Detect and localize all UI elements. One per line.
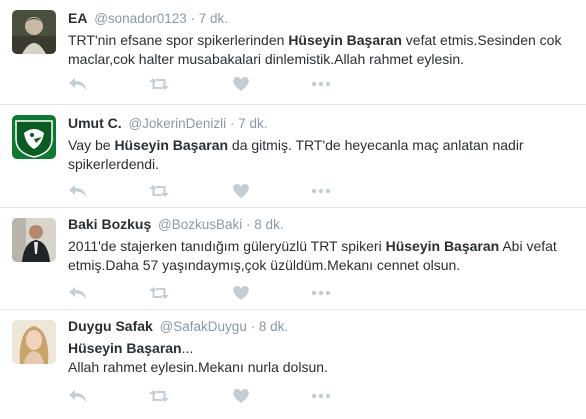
retweet-icon (148, 76, 170, 92)
user-name[interactable]: EA (68, 10, 87, 26)
separator: · (250, 319, 256, 334)
like-icon (232, 388, 254, 404)
retweet-icon (148, 285, 170, 301)
highlight-name: Hüseyin Başaran (68, 340, 182, 356)
text-segment: 2011'de stajerken tanıdığım güleryüzlü T… (68, 238, 386, 254)
tweet[interactable]: Baki Bozkuş @BozkusBaki · 8 dk. 2011'de … (0, 208, 586, 310)
tweet-time[interactable]: 8 dk. (259, 319, 288, 334)
tweet[interactable]: Duygu Safak @SafakDuygu · 8 dk. Hüseyin … (0, 310, 586, 419)
more-button[interactable] (311, 285, 333, 303)
user-handle[interactable]: @BozkusBaki (158, 217, 242, 232)
user-handle[interactable]: @JokerinDenizli (128, 116, 226, 131)
separator: · (190, 11, 196, 26)
like-icon (232, 183, 254, 199)
more-button[interactable] (311, 183, 333, 201)
retweet-button[interactable] (148, 285, 170, 303)
like-button[interactable] (232, 183, 254, 201)
tweet-text: TRT'nin efsane spor spikerlerinden Hüsey… (68, 31, 576, 69)
tweet-actions (68, 183, 368, 201)
text-segment: Vay be (68, 137, 115, 153)
avatar[interactable] (12, 10, 56, 54)
text-segment: ... (181, 340, 194, 356)
text-segment: Allah rahmet eylesin.Mekanı nurla dolsun… (68, 359, 328, 375)
more-icon (311, 388, 333, 404)
more-icon (311, 183, 333, 199)
more-button[interactable] (311, 76, 333, 94)
tweet-feed: EA @sonador0123 · 7 dk. TRT'nin efsane s… (0, 0, 586, 419)
more-icon (311, 76, 333, 92)
avatar[interactable] (12, 115, 56, 159)
like-icon (232, 285, 254, 301)
tweet-text: Vay be Hüseyin Başaran da gitmiş. TRT'de… (68, 136, 576, 174)
highlight-name: Hüseyin Başaran (114, 137, 229, 153)
tweet-time[interactable]: 7 dk. (199, 11, 228, 26)
retweet-button[interactable] (148, 388, 170, 406)
reply-button[interactable] (68, 388, 90, 406)
tweet-header: Baki Bozkuş @BozkusBaki · 8 dk. (68, 215, 576, 234)
reply-icon (68, 388, 90, 404)
tweet-time[interactable]: 7 dk. (238, 116, 267, 131)
like-button[interactable] (232, 76, 254, 94)
reply-icon (68, 76, 90, 92)
tweet-text: Hüseyin Başaran... Allah rahmet eylesin.M… (68, 339, 576, 377)
user-name[interactable]: Duygu Safak (68, 318, 153, 334)
tweet-actions (68, 285, 368, 303)
retweet-button[interactable] (148, 76, 170, 94)
reply-button[interactable] (68, 76, 90, 94)
retweet-button[interactable] (148, 183, 170, 201)
reply-icon (68, 285, 90, 301)
reply-icon (68, 183, 90, 199)
tweet[interactable]: EA @sonador0123 · 7 dk. TRT'nin efsane s… (0, 0, 586, 105)
user-handle[interactable]: @SafakDuygu (160, 319, 247, 334)
tweet-header: EA @sonador0123 · 7 dk. (68, 9, 576, 28)
user-name[interactable]: Umut C. (68, 115, 122, 131)
reply-button[interactable] (68, 183, 90, 201)
more-icon (311, 285, 333, 301)
tweet-header: Umut C. @JokerinDenizli · 7 dk. (68, 114, 576, 133)
like-icon (232, 76, 254, 92)
tweet-text: 2011'de stajerken tanıdığım güleryüzlü T… (68, 237, 576, 275)
more-button[interactable] (311, 388, 333, 406)
tweet[interactable]: Umut C. @JokerinDenizli · 7 dk. Vay be H… (0, 105, 586, 208)
retweet-icon (148, 388, 170, 404)
user-handle[interactable]: @sonador0123 (94, 11, 187, 26)
text-segment: TRT'nin efsane spor spikerlerinden (68, 32, 289, 48)
tweet-actions (68, 388, 368, 406)
reply-button[interactable] (68, 285, 90, 303)
highlight-name: Hüseyin Başaran (385, 238, 500, 254)
retweet-icon (148, 183, 170, 199)
avatar[interactable] (12, 218, 56, 262)
highlight-name: Hüseyin Başaran (288, 32, 402, 48)
like-button[interactable] (232, 285, 254, 303)
tweet-actions (68, 76, 368, 94)
separator: · (246, 217, 251, 232)
avatar[interactable] (12, 320, 56, 364)
user-name[interactable]: Baki Bozkuş (68, 216, 151, 232)
tweet-time[interactable]: 8 dk. (254, 217, 283, 232)
tweet-header: Duygu Safak @SafakDuygu · 8 dk. (68, 317, 576, 336)
separator: · (229, 116, 235, 131)
like-button[interactable] (232, 388, 254, 406)
